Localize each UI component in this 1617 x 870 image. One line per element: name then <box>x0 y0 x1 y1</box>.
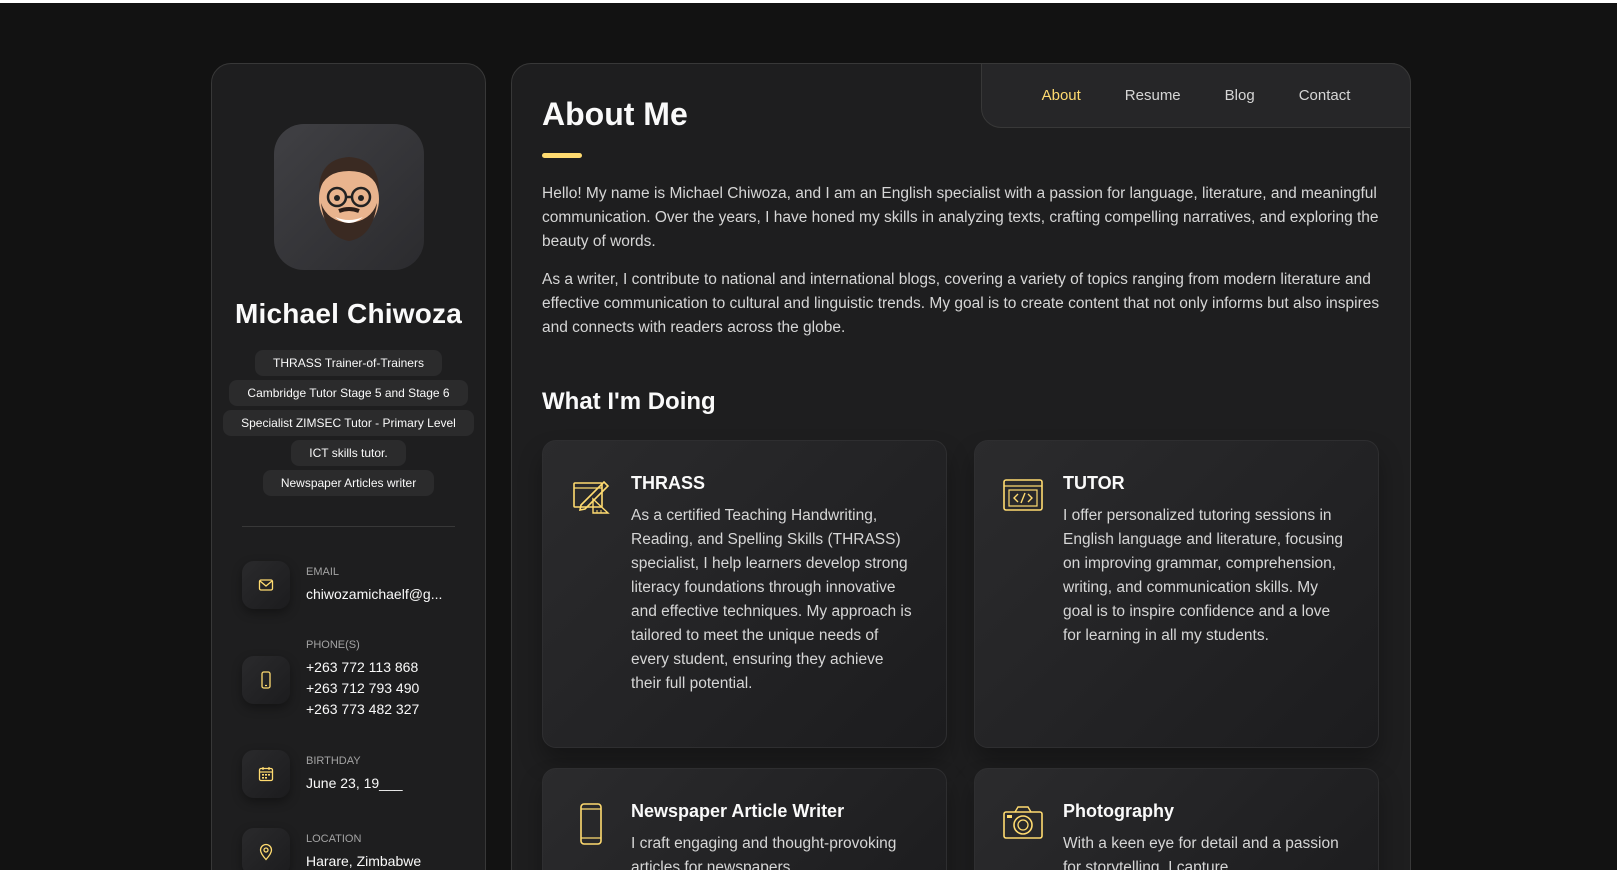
phone-link[interactable]: +263 772 113 868 <box>306 657 419 678</box>
service-card-newspaper: Newspaper Article Writer I craft engagin… <box>542 768 947 870</box>
service-title: TUTOR <box>1063 473 1125 493</box>
sidebar-separator <box>242 526 455 527</box>
title-underline <box>542 153 582 158</box>
contact-email: EMAIL chiwozamichaelf@g... <box>242 561 485 609</box>
service-title: Photography <box>1063 801 1174 821</box>
navbar: About Resume Blog Contact <box>981 63 1411 128</box>
contacts-list: EMAIL chiwozamichaelf@g... PHONE(S) +263… <box>212 561 485 870</box>
sidebar: Michael Chiwoza THRASS Trainer-of-Traine… <box>211 63 486 870</box>
about-paragraph: Hello! My name is Michael Chiwoza, and I… <box>542 185 1379 250</box>
code-window-icon <box>1003 475 1043 520</box>
service-card-thrass: THRASS As a certified Teaching Handwriti… <box>542 440 947 748</box>
contact-birthday: BIRTHDAY June 23, 19___ <box>242 750 485 798</box>
contact-label: BIRTHDAY <box>306 754 361 767</box>
location-value: Harare, Zimbabwe <box>306 852 422 869</box>
service-text: I craft engaging and thought-provoking a… <box>631 835 897 870</box>
service-card-tutor: TUTOR I offer personalized tutoring sess… <box>974 440 1379 748</box>
nav-contact[interactable]: Contact <box>1299 87 1351 104</box>
service-text: I offer personalized tutoring sessions i… <box>1063 507 1344 644</box>
service-text: With a keen eye for detail and a passion… <box>1063 835 1339 870</box>
about-paragraph: As a writer, I contribute to national an… <box>542 271 1380 336</box>
mail-icon <box>242 561 290 609</box>
camera-icon <box>1003 803 1043 848</box>
nav-blog[interactable]: Blog <box>1225 87 1255 104</box>
title-badge: Newspaper Articles writer <box>262 470 435 496</box>
phone-icon <box>242 655 290 704</box>
contact-phones: PHONE(S) +263 772 113 868 +263 712 793 4… <box>242 639 485 720</box>
profile-titles: THRASS Trainer-of-Trainers Cambridge Tut… <box>212 350 485 496</box>
contact-location: LOCATION Harare, Zimbabwe <box>242 828 485 870</box>
nav-resume[interactable]: Resume <box>1125 87 1181 104</box>
title-badge: Cambridge Tutor Stage 5 and Stage 6 <box>229 380 468 406</box>
phone-link[interactable]: +263 712 793 490 <box>306 678 419 699</box>
service-card-photography: Photography With a keen eye for detail a… <box>974 768 1379 870</box>
location-pin-icon <box>242 828 290 870</box>
services-grid: THRASS As a certified Teaching Handwriti… <box>542 440 1380 870</box>
contact-label: EMAIL <box>306 565 340 578</box>
profile-name: Michael Chiwoza <box>234 298 463 329</box>
title-badge: THRASS Trainer-of-Trainers <box>255 350 442 376</box>
contact-label: LOCATION <box>306 832 362 845</box>
top-strip <box>0 0 1617 3</box>
smartphone-icon <box>571 803 611 852</box>
service-title: Newspaper Article Writer <box>631 801 845 821</box>
service-title: THRASS <box>631 473 706 493</box>
section-title: What I'm Doing <box>542 388 716 415</box>
avatar <box>273 124 424 270</box>
calendar-icon <box>242 750 290 798</box>
main-panel: About Resume Blog Contact About Me Hello… <box>511 63 1411 870</box>
design-pencil-icon <box>571 475 611 520</box>
title-badge: Specialist ZIMSEC Tutor - Primary Level <box>223 410 474 436</box>
contact-label: PHONE(S) <box>306 639 360 651</box>
service-text: As a certified Teaching Handwriting, Rea… <box>631 507 912 692</box>
birthday-value: June 23, 19___ <box>306 774 403 791</box>
phone-link[interactable]: +263 773 482 327 <box>306 699 419 720</box>
email-link[interactable]: chiwozamichaelf@g... <box>306 584 442 605</box>
memoji-avatar-icon <box>318 157 379 241</box>
nav-about[interactable]: About <box>1042 87 1081 104</box>
title-badge: ICT skills tutor. <box>291 440 406 466</box>
